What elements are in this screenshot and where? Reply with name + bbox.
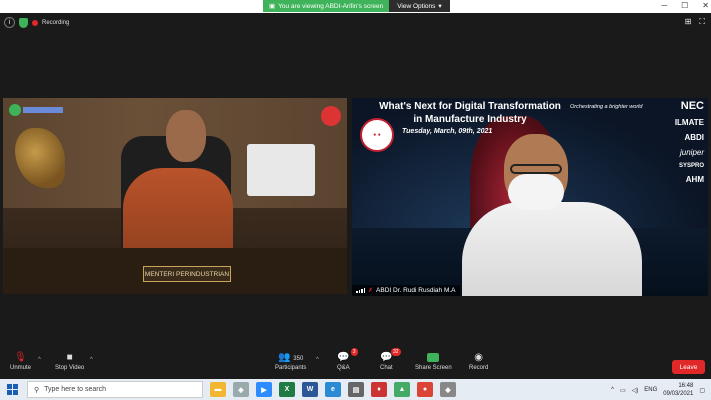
sponsor-syspro: SYSPRO [678, 163, 704, 169]
network-icon[interactable]: ▭ [620, 387, 626, 394]
participants-icon: 👥 350 [278, 352, 304, 363]
share-screen-button[interactable]: Share Screen [415, 351, 452, 371]
minimize-button[interactable]: ─ [661, 1, 667, 10]
info-icon[interactable]: i [4, 17, 15, 28]
volume-icon[interactable]: ◁) [632, 387, 639, 394]
window-titlebar: Zoom Webinar ▣ You are viewing ABDI-Arif… [0, 0, 711, 17]
glasses [510, 164, 562, 174]
record-icon: ◉ [474, 352, 484, 363]
taskbar-apps: ▬ ◈ ▶ X W e ▤ ♦ ▲ ● ◆ [210, 382, 456, 397]
chevron-down-icon: ▾ [438, 3, 442, 10]
stop-video-button[interactable]: ■ Stop Video [55, 351, 84, 371]
app-icon[interactable]: ▲ [394, 382, 410, 397]
sponsor-juniper: juniper [679, 148, 704, 157]
meeting-info-group: i Recording [4, 17, 69, 28]
event-logo-icon: ● ● [360, 118, 394, 152]
event-date: Tuesday, March, 09th, 2021 [402, 128, 493, 135]
chat-badge: 32 [391, 348, 401, 356]
meeting-topbar: i Recording ⊞ ⛶ [0, 13, 711, 33]
event-badge-icon [321, 106, 341, 126]
record-button[interactable]: ◉ Record [469, 351, 488, 371]
excel-icon[interactable]: X [279, 382, 295, 397]
clock[interactable]: 16:48 09/03/2021 [663, 382, 693, 398]
app-icon[interactable]: ◆ [440, 382, 456, 397]
chat-icon: 💬 32 [380, 348, 401, 363]
view-controls: ⊞ ⛶ [685, 17, 705, 27]
app-icon[interactable]: ♦ [371, 382, 387, 397]
notifications-icon[interactable]: ▢ [699, 387, 705, 394]
muted-microphone-icon: 🎙 [14, 352, 27, 363]
face-mask [508, 174, 564, 210]
chat-button[interactable]: 💬 32 Chat [380, 348, 401, 371]
qa-badge: 3 [350, 348, 358, 356]
meeting-toolbar: 🎙 Unmute ^ ■ Stop Video ^ 👥 350 Particip… [0, 348, 711, 379]
taskbar-search-input[interactable]: ⚲ Type here to search [27, 381, 203, 398]
screen-icon: ▣ [269, 3, 276, 10]
tagline: Orchestrating a brighter world [570, 104, 643, 110]
edge-icon[interactable]: e [325, 382, 341, 397]
gallery-view-icon[interactable]: ⊞ [685, 17, 692, 27]
windows-start-icon[interactable] [7, 384, 18, 395]
sponsor-logos: NEC ILMATE ABDI juniper SYSPRO AHM [662, 100, 704, 184]
event-title: What's Next for Digital Transformation i… [379, 101, 561, 125]
sponsor-abdi: ABDI [684, 133, 704, 142]
signal-strength-icon [356, 288, 365, 293]
recording-label: Recording [42, 19, 70, 26]
qa-icon: 💬 3 [337, 348, 358, 363]
speaker-body [462, 202, 642, 296]
app-icon[interactable]: ◈ [233, 382, 249, 397]
maximize-button[interactable]: ☐ [681, 1, 688, 10]
view-options-button[interactable]: View Options ▾ [389, 0, 450, 12]
qa-button[interactable]: 💬 3 Q&A [337, 348, 358, 371]
ministry-logo [9, 102, 69, 118]
sponsor-ahm: AHM [685, 175, 704, 184]
sponsor-ilmate: ILMATE [674, 118, 704, 127]
unmute-button[interactable]: 🎙 Unmute [10, 351, 31, 371]
windows-taskbar: ⚲ Type here to search ▬ ◈ ▶ X W e ▤ ♦ ▲ … [0, 379, 711, 400]
close-button[interactable]: ✕ [702, 1, 709, 10]
video-tile-right[interactable]: What's Next for Digital Transformation i… [352, 98, 708, 296]
share-screen-icon [427, 351, 440, 365]
video-camera-icon: ■ [66, 352, 73, 363]
recording-indicator-icon [32, 19, 38, 26]
participants-button[interactable]: 👥 350 Participants [275, 351, 306, 371]
participant-name-label: ✗ ABDI Dr. Rudi Rusdiah M.A [352, 285, 460, 296]
file-explorer-icon[interactable]: ▬ [210, 382, 226, 397]
fullscreen-icon[interactable]: ⛶ [699, 17, 705, 27]
language-indicator[interactable]: ENG [644, 387, 657, 393]
leave-button[interactable]: Leave [672, 360, 705, 374]
share-banner: ▣ You are viewing ABDI-Arifin's screen V… [263, 0, 450, 12]
app-icon[interactable]: ▤ [348, 382, 364, 397]
window-controls: ─ ☐ ✕ [661, 1, 709, 10]
participants-caret-icon[interactable]: ^ [316, 357, 319, 363]
system-tray: ^ ▭ ◁) ENG 16:48 09/03/2021 ▢ [611, 382, 705, 398]
security-shield-icon[interactable] [19, 17, 28, 28]
sponsor-nec: NEC [680, 100, 704, 112]
nameplate: MENTERI PERINDUSTRIAN [143, 266, 231, 282]
share-message: ▣ You are viewing ABDI-Arifin's screen [263, 0, 390, 12]
printer [247, 144, 315, 196]
chevron-up-icon[interactable]: ^ [611, 387, 614, 393]
search-icon: ⚲ [34, 386, 40, 394]
speaker-face [166, 110, 206, 162]
zoom-taskbar-icon[interactable]: ▶ [256, 382, 272, 397]
audio-options-caret-icon[interactable]: ^ [38, 357, 41, 363]
video-options-caret-icon[interactable]: ^ [90, 357, 93, 363]
word-icon[interactable]: W [302, 382, 318, 397]
muted-mic-icon: ✗ [368, 288, 374, 294]
chrome-icon[interactable]: ● [417, 382, 433, 397]
video-tile-left[interactable]: MENTERI PERINDUSTRIAN [3, 98, 347, 294]
